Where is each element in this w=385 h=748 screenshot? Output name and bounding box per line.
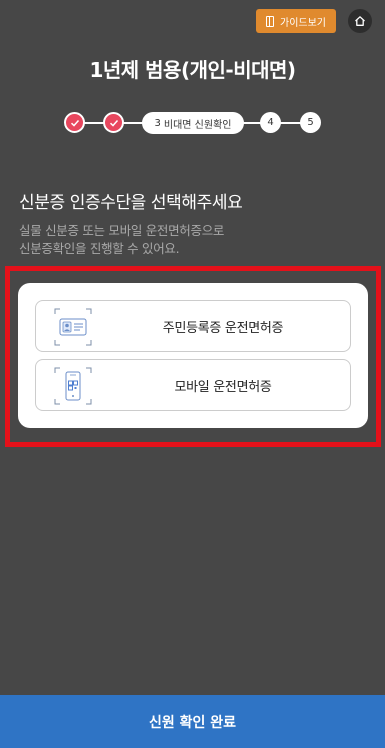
option-id-card[interactable]: 주민등록증 운전면허증 (35, 300, 351, 352)
description-line-1: 실물 신분증 또는 모바일 운전면허증으로 (19, 223, 225, 238)
complete-verification-button[interactable]: 신원 확인 완료 (0, 695, 385, 748)
option-mobile-license-label: 모바일 운전면허증 (174, 379, 272, 395)
top-bar: 가이드보기 (0, 8, 385, 36)
step-5: 5 (300, 112, 321, 133)
progress-stepper: 3 비대면 신원확인 4 5 (64, 112, 322, 134)
step-2-complete (103, 112, 124, 133)
check-icon (109, 119, 118, 127)
step-1-complete (64, 112, 85, 133)
home-icon (355, 16, 365, 26)
id-method-card: 주민등록증 운전면허증 모바일 운전면허증 (18, 283, 368, 428)
step-4: 4 (260, 112, 281, 133)
book-icon (266, 15, 274, 27)
description-line-2: 신분증확인을 진행할 수 있어요. (19, 241, 180, 256)
step-current-label: 비대면 신원확인 (163, 119, 232, 131)
home-button[interactable] (348, 9, 372, 33)
guide-button-label: 가이드보기 (280, 17, 326, 29)
page-title: 1년제 범용(개인-비대면) (89, 58, 296, 82)
step-current: 3 비대면 신원확인 (142, 112, 244, 134)
check-icon (70, 119, 79, 127)
option-id-card-label: 주민등록증 운전면허증 (162, 320, 284, 336)
guide-button[interactable]: 가이드보기 (256, 9, 336, 33)
section-heading: 신분증 인증수단을 선택해주세요 (19, 193, 243, 213)
section-description: 실물 신분증 또는 모바일 운전면허증으로 신분증확인을 진행할 수 있어요. (19, 222, 319, 258)
option-mobile-license[interactable]: 모바일 운전면허증 (35, 359, 351, 411)
step-current-number: 3 (154, 117, 161, 129)
